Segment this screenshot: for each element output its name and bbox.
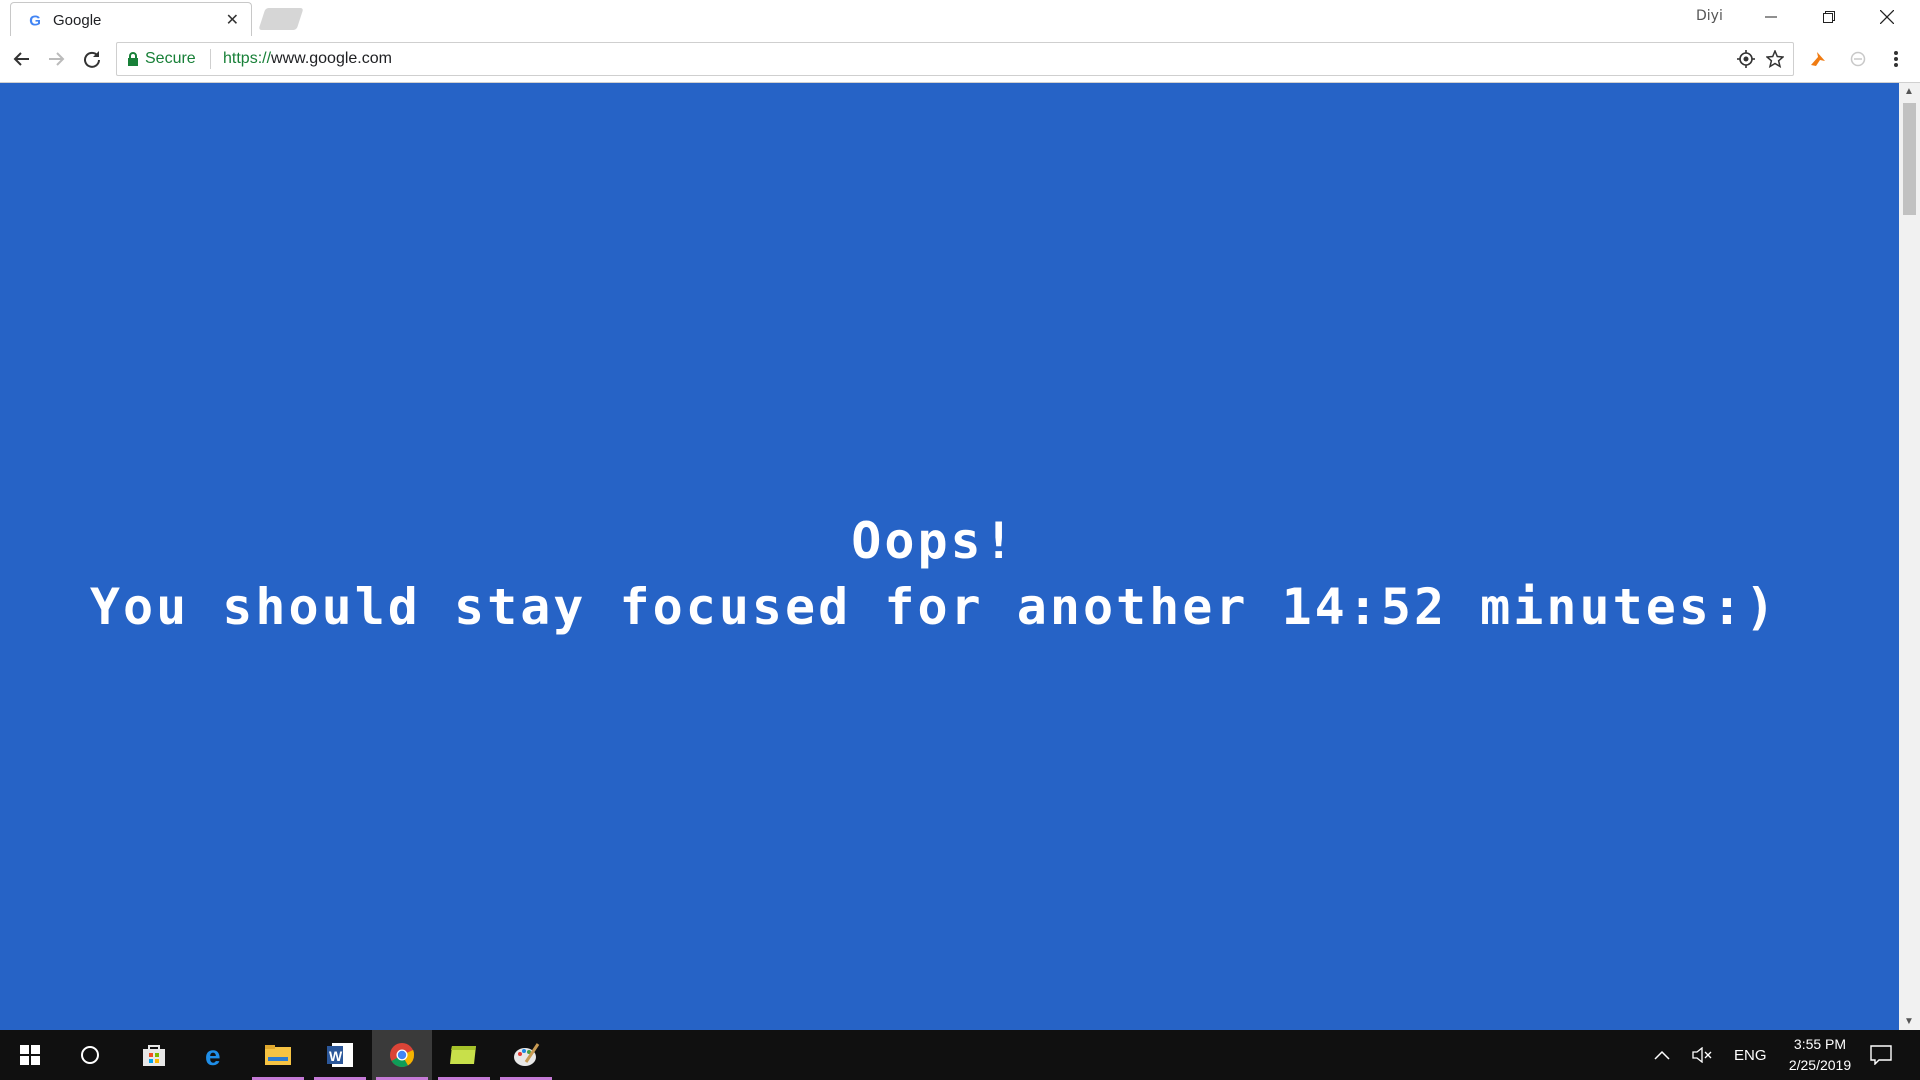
svg-text:W: W xyxy=(329,1048,343,1064)
forward-button[interactable] xyxy=(42,45,70,73)
vertical-scrollbar[interactable]: ▲ ▼ xyxy=(1899,83,1920,1030)
windows-start-icon xyxy=(20,1045,40,1065)
menu-button[interactable] xyxy=(1882,45,1910,73)
profile-name[interactable]: Diyi xyxy=(1696,8,1723,24)
minimize-icon xyxy=(1765,16,1777,18)
location-button[interactable] xyxy=(1735,48,1757,70)
url-scheme: https:// xyxy=(223,50,272,67)
taskbar-word[interactable]: W xyxy=(310,1030,370,1080)
reload-icon xyxy=(84,51,100,68)
taskbar-clock[interactable]: 3:55 PM 2/25/2019 xyxy=(1774,1034,1866,1076)
focus-message: You should stay focused for another 14:5… xyxy=(89,578,1779,636)
paint-icon xyxy=(514,1043,540,1066)
edge-icon: e xyxy=(205,1042,221,1068)
scroll-thumb[interactable] xyxy=(1903,103,1916,215)
language-label: ENG xyxy=(1734,1046,1767,1064)
extension-flame-icon xyxy=(1811,52,1825,66)
title-bar: G Google ✕ Diyi xyxy=(0,0,1920,37)
start-button[interactable] xyxy=(0,1030,60,1080)
new-tab-button[interactable] xyxy=(258,8,304,30)
cortana-button[interactable] xyxy=(60,1030,120,1080)
clock-date: 2/25/2019 xyxy=(1788,1057,1852,1073)
extension-disabled-button[interactable] xyxy=(1844,45,1872,73)
taskbar: e W ENG 3:55 PM 2/25/2019 xyxy=(0,1030,1920,1080)
clock-time: 3:55 PM xyxy=(1793,1036,1847,1052)
chevron-up-icon xyxy=(1654,1050,1670,1060)
taskbar-store[interactable] xyxy=(124,1030,184,1080)
chrome-icon xyxy=(390,1043,415,1068)
reload-button[interactable] xyxy=(78,45,106,73)
taskbar-file-explorer[interactable] xyxy=(248,1030,308,1080)
address-separator xyxy=(210,49,211,69)
svg-text:G: G xyxy=(29,12,41,29)
cortana-icon xyxy=(81,1046,99,1064)
secure-indicator[interactable]: Secure xyxy=(127,50,196,68)
back-button[interactable] xyxy=(8,45,36,73)
taskbar-paint[interactable] xyxy=(496,1030,556,1080)
back-arrow-icon xyxy=(13,52,29,66)
url-text[interactable]: https://www.google.com xyxy=(223,50,392,68)
extension-button[interactable] xyxy=(1804,45,1832,73)
restore-button[interactable] xyxy=(1800,0,1858,34)
notification-icon xyxy=(1870,1045,1892,1065)
store-icon xyxy=(143,1045,165,1066)
scroll-down-icon[interactable]: ▼ xyxy=(1904,1016,1914,1027)
taskbar-chrome[interactable] xyxy=(372,1030,432,1080)
taskbar-edge[interactable]: e xyxy=(186,1030,246,1080)
file-explorer-icon xyxy=(265,1045,291,1065)
minimize-button[interactable] xyxy=(1742,0,1800,34)
taskbar-sticky-notes[interactable] xyxy=(434,1030,494,1080)
sticky-notes-icon xyxy=(450,1046,476,1064)
scroll-up-icon[interactable]: ▲ xyxy=(1904,86,1914,97)
close-icon xyxy=(1880,10,1894,24)
forward-arrow-icon xyxy=(49,52,65,66)
address-bar[interactable]: Secure https://www.google.com xyxy=(116,42,1794,76)
star-icon xyxy=(1766,50,1784,68)
location-target-icon xyxy=(1737,50,1755,68)
secure-label: Secure xyxy=(145,50,196,67)
tab-title: Google xyxy=(53,12,102,29)
tab-close-icon[interactable]: ✕ xyxy=(226,10,239,30)
volume-muted-icon xyxy=(1692,1047,1712,1063)
lock-icon xyxy=(128,52,138,66)
svg-text:e: e xyxy=(205,1042,221,1068)
close-window-button[interactable] xyxy=(1858,0,1916,34)
oops-heading: Oops! xyxy=(851,512,1017,570)
block-icon xyxy=(1850,51,1866,67)
tab-google[interactable]: G Google ✕ xyxy=(10,2,252,37)
action-center-button[interactable] xyxy=(1866,1030,1896,1080)
restore-icon xyxy=(1823,11,1835,23)
tray-overflow-button[interactable] xyxy=(1654,1030,1670,1080)
volume-button[interactable] xyxy=(1692,1030,1714,1080)
language-indicator[interactable]: ENG xyxy=(1734,1030,1767,1080)
url-host: www.google.com xyxy=(271,50,392,67)
google-favicon-icon: G xyxy=(29,12,41,29)
word-icon: W xyxy=(327,1043,353,1067)
bookmark-button[interactable] xyxy=(1764,48,1786,70)
browser-toolbar: Secure https://www.google.com xyxy=(0,36,1920,83)
kebab-menu-icon xyxy=(1894,51,1898,67)
